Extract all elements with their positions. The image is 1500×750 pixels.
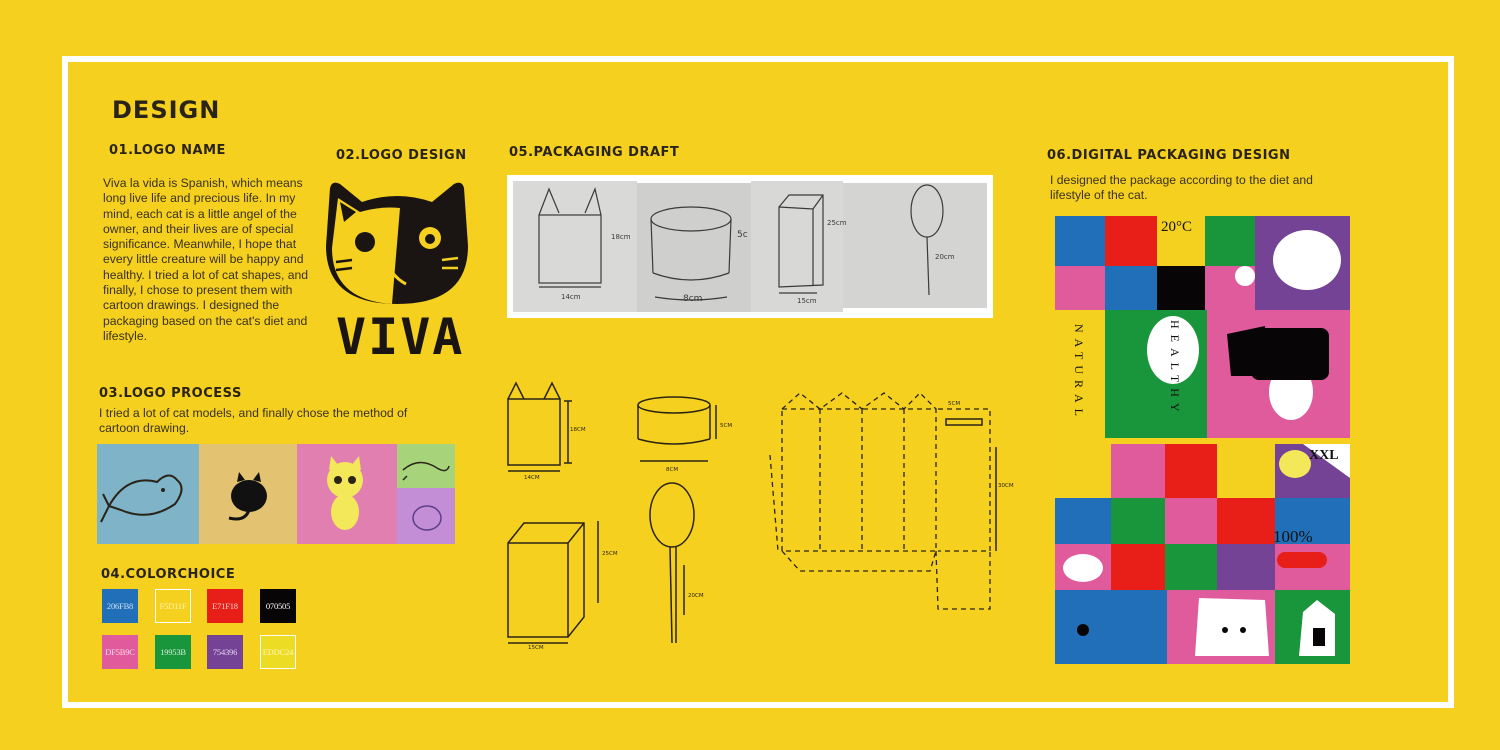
digital-packaging-mosaic: 20°C NATURAL HEALTHY XXL 100%: [1055, 216, 1350, 664]
logo-wordmark: VIVA: [336, 308, 465, 366]
mosaic-size-label: XXL: [1309, 448, 1339, 463]
color-swatch: DF5B9C: [102, 635, 138, 669]
logo-process-heading: 03.LOGO PROCESS: [99, 386, 242, 401]
digital-packaging-heading: 06.DIGITAL PACKAGING DESIGN: [1047, 148, 1291, 163]
logo-name-heading: 01.LOGO NAME: [109, 143, 226, 158]
cat-logo-image: [322, 176, 472, 310]
colorchoice-heading: 04.COLORCHOICE: [101, 567, 236, 582]
mosaic-healthy-label: HEALTHY: [1168, 320, 1182, 418]
logo-design-heading: 02.LOGO DESIGN: [336, 148, 467, 163]
mosaic-natural-label: NATURAL: [1072, 324, 1086, 422]
logo-process-text: I tried a lot of cat models, and finally…: [99, 406, 408, 436]
drawing-label-15cm: 15CM: [528, 645, 544, 651]
color-swatch: F5D11F: [155, 589, 191, 623]
color-swatch: 754396: [207, 635, 243, 669]
color-swatch: EDDC24: [260, 635, 296, 669]
sketch-label-18cm: 18cm: [611, 233, 631, 241]
sketch-label-8cm: 8cm: [683, 294, 702, 304]
sketch-label-5c: 5c: [737, 230, 748, 240]
page-title: DESIGN: [112, 96, 221, 124]
mosaic-temp-label: 20°C: [1161, 219, 1192, 235]
sketch-label-14cm: 14cm: [561, 293, 581, 301]
drawing-label-20cm: 20CM: [688, 593, 704, 599]
drawing-label-14cm: 14CM: [524, 475, 540, 481]
sketch-label-25cm: 25cm: [827, 219, 847, 227]
logo-name-text: Viva la vida is Spanish, which means lon…: [103, 176, 309, 343]
color-swatch: 070505: [260, 589, 296, 623]
digital-packaging-text: I designed the package according to the …: [1050, 173, 1313, 203]
drawing-label-30cm: 30CM: [998, 483, 1014, 489]
mosaic-percent-label: 100%: [1273, 527, 1313, 546]
sketch-label-15cm: 15cm: [797, 297, 817, 305]
logo-process-images: [97, 444, 455, 544]
drawing-label-25cm: 25CM: [602, 551, 618, 557]
drawing-label-5cm: 5CM: [720, 423, 732, 429]
sketch-photo-frame: 18cm 14cm 8cm 5c 25cm 15cm 20cm: [507, 175, 993, 318]
color-swatch: 206FB8: [102, 589, 138, 623]
color-swatch: E71F18: [207, 589, 243, 623]
drawing-label-5cm-net: 5CM: [948, 401, 960, 407]
technical-drawings: 18CM 14CM 5CM 8CM 25CM 15CM 20CM 5CM 30C…: [500, 375, 1020, 655]
drawing-label-8cm: 8CM: [666, 467, 678, 473]
drawing-label-18cm: 18CM: [570, 427, 586, 433]
color-swatch: 19953B: [155, 635, 191, 669]
sketch-label-20cm: 20cm: [935, 253, 955, 261]
packaging-draft-heading: 05.PACKAGING DRAFT: [509, 145, 680, 160]
